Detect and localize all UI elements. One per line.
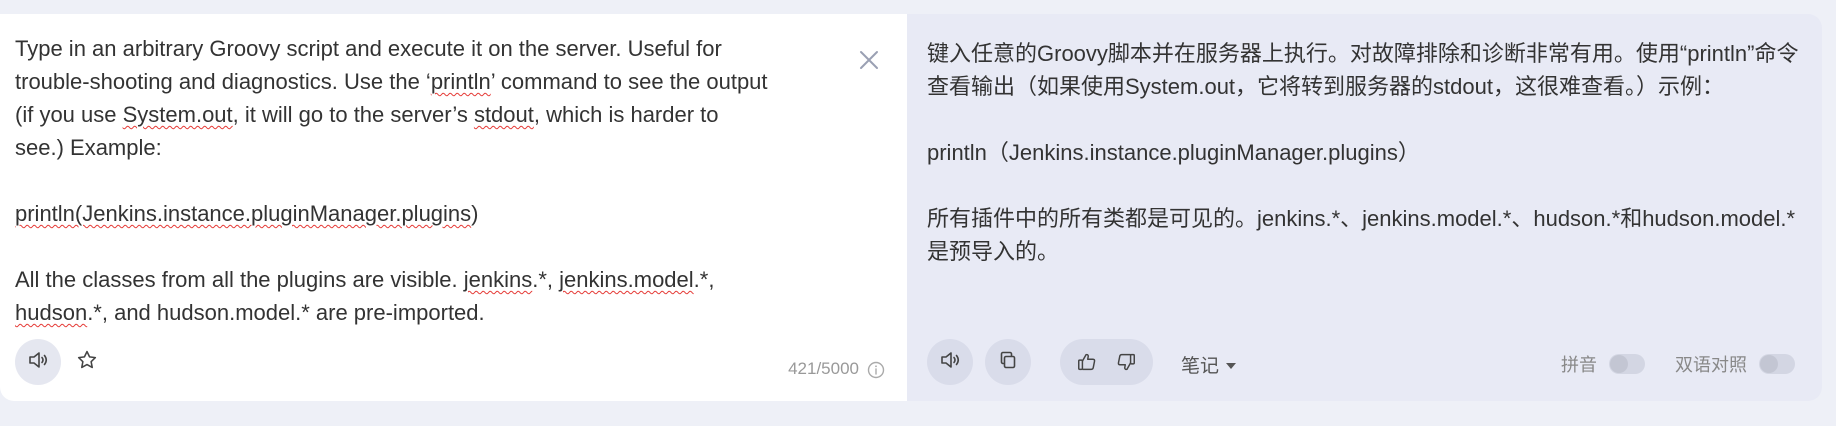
bilingual-toggle-group: 双语对照 bbox=[1675, 351, 1795, 377]
misspelled-word: println bbox=[430, 69, 491, 94]
target-paragraph: 键入任意的Groovy脚本并在服务器上执行。对故障排除和诊断非常有用。使用“pr… bbox=[927, 41, 1799, 99]
speaker-icon bbox=[939, 349, 961, 376]
feedback-group bbox=[1060, 339, 1153, 385]
bilingual-label: 双语对照 bbox=[1675, 355, 1747, 375]
source-segment: All the classes from all the plugins are… bbox=[15, 267, 464, 292]
target-paragraph: println（Jenkins.instance.pluginManager.p… bbox=[927, 140, 1420, 165]
source-segment: .*, bbox=[532, 267, 560, 292]
misspelled-word: hudson bbox=[15, 300, 88, 325]
target-paragraph bbox=[927, 103, 1802, 136]
source-paragraph: println(Jenkins.instance.pluginManager.p… bbox=[15, 197, 855, 230]
speaker-icon bbox=[27, 349, 49, 376]
char-counter: 421/5000 bbox=[788, 359, 859, 378]
source-paragraph bbox=[15, 164, 855, 197]
target-text: 键入任意的Groovy脚本并在服务器上执行。对故障排除和诊断非常有用。使用“pr… bbox=[927, 37, 1802, 268]
source-text[interactable]: Type in an arbitrary Groovy script and e… bbox=[15, 32, 855, 329]
bilingual-toggle[interactable] bbox=[1759, 354, 1795, 374]
thumbs-down-icon[interactable] bbox=[1115, 351, 1137, 373]
source-segment: .*, and hudson.model.* are pre-imported. bbox=[87, 300, 485, 325]
pinyin-toggle[interactable] bbox=[1609, 354, 1645, 374]
target-speaker-button[interactable] bbox=[927, 339, 973, 385]
notes-label: 笔记 bbox=[1181, 356, 1220, 377]
misspelled-word: println(Jenkins.instance.pluginManager.p… bbox=[15, 201, 472, 226]
close-icon[interactable] bbox=[857, 48, 881, 72]
favorite-button[interactable] bbox=[72, 347, 102, 377]
notes-dropdown[interactable]: 笔记 bbox=[1181, 351, 1237, 378]
source-segment: , it will go to the server’s bbox=[232, 102, 474, 127]
copy-icon bbox=[998, 350, 1018, 375]
source-paragraph bbox=[15, 230, 855, 263]
copy-button[interactable] bbox=[985, 339, 1031, 385]
target-paragraph bbox=[927, 169, 1802, 202]
source-paragraph: All the classes from all the plugins are… bbox=[15, 263, 855, 329]
pinyin-toggle-group: 拼音 bbox=[1561, 351, 1645, 377]
source-paragraph: Type in an arbitrary Groovy script and e… bbox=[15, 32, 855, 164]
source-segment: ) bbox=[471, 201, 479, 226]
caret-down-icon bbox=[1225, 354, 1237, 376]
misspelled-word: stdout bbox=[473, 102, 534, 127]
thumbs-up-icon[interactable] bbox=[1076, 351, 1098, 373]
misspelled-word: jenkins bbox=[463, 267, 533, 292]
source-segment: .*, bbox=[693, 267, 715, 292]
target-paragraph: 所有插件中的所有类都是可见的。jenkins.*、jenkins.model.*… bbox=[927, 206, 1796, 264]
star-icon bbox=[76, 349, 98, 376]
misspelled-word: jenkins.model bbox=[559, 267, 694, 292]
target-panel: 键入任意的Groovy脚本并在服务器上执行。对故障排除和诊断非常有用。使用“pr… bbox=[907, 14, 1822, 401]
pinyin-label: 拼音 bbox=[1561, 355, 1597, 375]
source-panel: Type in an arbitrary Groovy script and e… bbox=[0, 14, 907, 401]
misspelled-word: System.out bbox=[122, 102, 233, 127]
source-speaker-button[interactable] bbox=[15, 339, 61, 385]
info-icon[interactable] bbox=[867, 361, 885, 379]
